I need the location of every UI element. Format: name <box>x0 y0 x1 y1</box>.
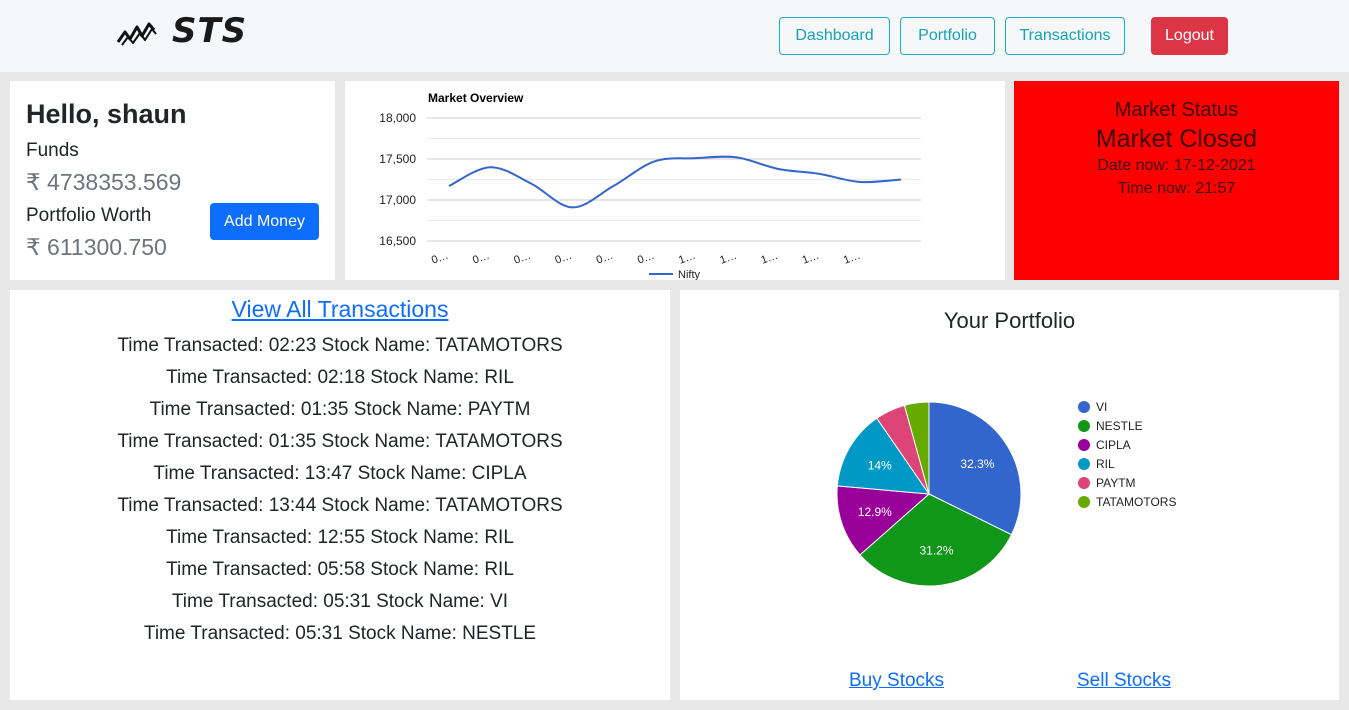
x-tick-label: 1… <box>801 250 821 267</box>
pie-slice-label: 31.2% <box>919 544 953 558</box>
portfolio-pie-chart: 32.3% 31.2% 12.9% 14% VI NESTLE CIPLA RIL PAYTM T… <box>836 400 1176 587</box>
x-tick-label: 0… <box>430 250 450 267</box>
transaction-list: Time Transacted: 02:23 Stock Name: TATAM… <box>10 332 670 652</box>
x-tick-label: 1… <box>759 250 779 267</box>
transaction-item: Time Transacted: 01:35 Stock Name: PAYTM <box>149 399 531 420</box>
x-tick-label: 0… <box>636 250 656 267</box>
brand-name: STS <box>172 11 248 51</box>
x-tick-label: 0… <box>471 250 491 267</box>
pie-slice-label: 12.9% <box>858 505 892 519</box>
transaction-item: Time Transacted: 01:35 Stock Name: TATAM… <box>117 431 563 452</box>
transaction-item: Time Transacted: 05:58 Stock Name: RIL <box>166 559 514 580</box>
logo[interactable]: STS <box>116 12 247 50</box>
transaction-item: Time Transacted: 05:31 Stock Name: NESTL… <box>143 623 537 644</box>
logout-button[interactable]: Logout <box>1151 17 1228 55</box>
view-all-transactions-link[interactable]: View All Transactions <box>10 296 670 323</box>
transaction-item: Time Transacted: 02:23 Stock Name: TATAM… <box>117 335 563 356</box>
nav-dashboard-button[interactable]: Dashboard <box>779 17 890 55</box>
legend-label-tatamotors: TATAMOTORS <box>1096 495 1176 509</box>
x-tick-label: 1… <box>718 250 738 267</box>
transaction-item: Time Transacted: 13:47 Stock Name: CIPLA <box>153 463 527 484</box>
market-status-title: Market Status <box>1114 99 1239 121</box>
pie-slice-label: 32.3% <box>960 457 994 471</box>
market-time: Time now: 21:57 <box>1117 180 1236 197</box>
nav-transactions-button[interactable]: Transactions <box>1005 17 1125 55</box>
x-tick-label: 0… <box>595 250 615 267</box>
portfolio-worth-label: Portfolio Worth <box>26 205 152 226</box>
greeting-card: Hello, shaun Funds ₹ 4738353.569 Portfol… <box>10 81 335 280</box>
legend-swatch-vi <box>1078 401 1090 413</box>
legend-swatch-cipla <box>1078 439 1090 451</box>
market-overview-card: Market Overview 16,500 17,000 17,500 18,000 0… <box>345 81 1005 280</box>
portfolio-card: Your Portfolio 32.3% 31.2% 12.9% 14% VI NESTL… <box>680 290 1339 700</box>
pie-slice-label: 14% <box>868 458 892 472</box>
transaction-item: Time Transacted: 02:18 Stock Name: RIL <box>166 367 514 388</box>
legend-swatch-ril <box>1078 458 1090 470</box>
navbar: STS Dashboard Portfolio Transactions Log… <box>0 0 1349 72</box>
transaction-item: Time Transacted: 12:55 Stock Name: RIL <box>166 527 514 548</box>
recent-transactions-card: View All Transactions Time Transacted: 0… <box>10 290 670 700</box>
legend-label-nestle: NESTLE <box>1096 419 1143 433</box>
transaction-item: Time Transacted: 05:31 Stock Name: VI <box>171 591 509 612</box>
market-state: Market Closed <box>1095 125 1258 153</box>
transaction-item: Time Transacted: 13:44 Stock Name: TATAM… <box>117 495 563 516</box>
y-tick-label: 18,000 <box>379 111 416 125</box>
sell-stocks-link[interactable]: Sell Stocks <box>1077 670 1171 692</box>
y-tick-label: 17,500 <box>379 152 416 166</box>
legend-label-cipla: CIPLA <box>1096 438 1131 452</box>
funds-value: ₹ 4738353.569 <box>26 169 182 195</box>
legend-swatch-nestle <box>1078 420 1090 432</box>
y-tick-label: 16,500 <box>379 234 416 248</box>
legend-label-paytm: PAYTM <box>1096 476 1136 490</box>
legend-label-vi: VI <box>1096 400 1107 414</box>
market-date: Date now: 17-12-2021 <box>1097 157 1256 174</box>
portfolio-worth-value: ₹ 611300.750 <box>26 234 167 260</box>
buy-stocks-link[interactable]: Buy Stocks <box>849 670 944 692</box>
x-tick-label: 0… <box>512 250 532 267</box>
market-status-card: Market Status Market Closed Date now: 17… <box>1014 81 1339 280</box>
market-overview-chart: Market Overview 16,500 17,000 17,500 18,000 0… <box>379 91 921 280</box>
stock-trend-icon <box>116 22 157 46</box>
legend-swatch-tatamotors <box>1078 496 1090 508</box>
legend-label-nifty: Nifty <box>678 269 701 280</box>
add-money-button[interactable]: Add Money <box>210 203 319 240</box>
x-tick-label: 1… <box>677 250 697 267</box>
funds-label: Funds <box>26 140 79 161</box>
legend-swatch-paytm <box>1078 477 1090 489</box>
legend-label-ril: RIL <box>1096 457 1115 471</box>
nav-portfolio-button[interactable]: Portfolio <box>900 17 995 55</box>
x-tick-label: 1… <box>842 250 862 267</box>
chart-title: Market Overview <box>428 91 524 105</box>
x-tick-label: 0… <box>553 250 573 267</box>
y-tick-label: 17,000 <box>379 193 416 207</box>
greeting-heading: Hello, shaun <box>26 99 187 129</box>
